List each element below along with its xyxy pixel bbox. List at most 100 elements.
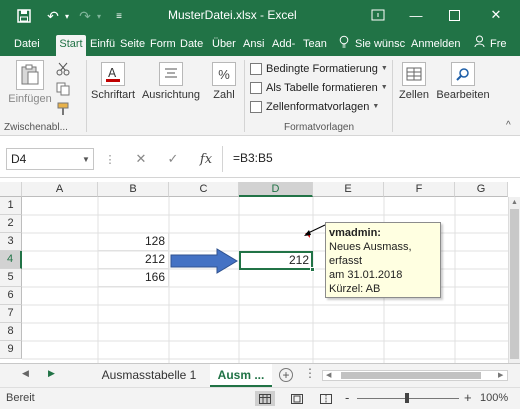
row-header-8[interactable]: 8 xyxy=(0,323,22,341)
worksheet-grid: A B C D E F G 1 2 3 4 5 6 7 8 9 128 212 … xyxy=(0,178,520,363)
zoom-slider[interactable] xyxy=(357,393,459,403)
name-box[interactable]: D4 xyxy=(6,148,94,170)
conditional-formatting-label: Bedingte Formatierung xyxy=(266,62,378,75)
sign-in-link[interactable]: Anmelden xyxy=(411,35,461,56)
horizontal-scrollbar[interactable]: ◀ ▶ xyxy=(322,370,508,381)
chevron-down-icon[interactable]: ▼ xyxy=(82,155,90,164)
add-sheet-button[interactable]: + xyxy=(279,368,293,382)
page-layout-view-icon[interactable] xyxy=(287,391,307,406)
font-label: Schriftart xyxy=(90,89,135,101)
person-icon[interactable] xyxy=(474,35,486,56)
column-header-c[interactable]: C xyxy=(169,182,239,197)
comment-author: vmadmin: xyxy=(329,227,381,239)
tab-start[interactable]: Start xyxy=(56,35,86,56)
cell-styles-button[interactable]: Zellenformatvorlagen ▼ xyxy=(250,98,379,115)
sheet-tab-bar: ◀ ▶ Ausmasstabelle 1 Ausm ... + ⋮ ◀ ▶ xyxy=(0,363,520,387)
row-header-3[interactable]: 3 xyxy=(0,233,22,251)
arrow-shape[interactable] xyxy=(169,248,239,274)
paste-button[interactable]: Einfügen xyxy=(8,60,52,105)
tab-daten[interactable]: Date xyxy=(180,35,208,56)
chevron-down-icon: ▼ xyxy=(372,103,380,110)
alignment-button[interactable]: Ausrichtung xyxy=(141,62,201,101)
page-break-view-icon[interactable] xyxy=(316,391,336,406)
number-button[interactable]: % Zahl xyxy=(209,62,239,101)
scroll-left-icon[interactable]: ◀ xyxy=(326,371,331,379)
minimize-icon[interactable]: — xyxy=(404,4,428,26)
comment-line-3: Kürzel: AB xyxy=(329,283,381,295)
row-header-7[interactable]: 7 xyxy=(0,305,22,323)
formula-input[interactable]: =B3:B5 xyxy=(230,148,514,170)
ribbon-display-icon[interactable] xyxy=(366,4,390,26)
tab-einfuegen[interactable]: Einfü xyxy=(90,35,116,56)
column-header-b[interactable]: B xyxy=(98,182,169,197)
row-header-4[interactable]: 4 xyxy=(0,251,22,269)
tab-seitenlayout[interactable]: Seite xyxy=(120,35,146,56)
zoom-out-button[interactable]: - xyxy=(345,390,349,405)
chevron-down-icon: ▼ xyxy=(380,65,388,72)
tab-add-ins[interactable]: Add- xyxy=(272,35,298,56)
maximize-icon[interactable] xyxy=(442,4,466,26)
close-icon[interactable]: ✕ xyxy=(484,4,508,26)
row-header-5[interactable]: 5 xyxy=(0,269,22,287)
collapse-ribbon-icon[interactable]: ^ xyxy=(506,120,511,131)
normal-view-icon[interactable] xyxy=(255,391,275,406)
fill-handle[interactable] xyxy=(310,267,315,272)
next-sheet-icon[interactable]: ▶ xyxy=(48,368,55,379)
cut-icon[interactable] xyxy=(56,62,70,79)
formula-bar: D4 ▼ ⋮ ✕ ✓ fx =B3:B5 xyxy=(0,136,520,178)
redo-dropdown-icon[interactable]: ▾ xyxy=(94,5,104,27)
column-header-f[interactable]: F xyxy=(384,182,455,197)
cell-b4[interactable]: 212 xyxy=(98,251,169,269)
vertical-scrollbar[interactable]: ▲ xyxy=(508,197,520,363)
prev-sheet-icon[interactable]: ◀ xyxy=(22,368,29,379)
save-icon[interactable] xyxy=(14,5,34,27)
vertical-scroll-thumb[interactable] xyxy=(510,209,519,359)
tab-formeln[interactable]: Form xyxy=(150,35,178,56)
format-as-table-label: Als Tabelle formatieren xyxy=(266,81,378,94)
share-button[interactable]: Fre xyxy=(490,35,518,56)
cell-b5[interactable]: 166 xyxy=(98,269,169,287)
font-button[interactable]: A Schriftart xyxy=(90,62,136,101)
title-bar: ↶ ▾ ↷ ▾ ≡ MusterDatei.xlsx - Excel — ✕ xyxy=(0,0,520,32)
zoom-in-button[interactable]: + xyxy=(464,390,472,405)
column-header-e[interactable]: E xyxy=(313,182,384,197)
redo-icon[interactable]: ↷ xyxy=(76,5,94,27)
select-all-corner[interactable] xyxy=(0,182,22,197)
group-divider xyxy=(86,60,87,132)
enter-icon[interactable]: ✓ xyxy=(166,148,180,170)
cancel-icon[interactable]: ✕ xyxy=(134,148,148,170)
tab-team[interactable]: Tean xyxy=(303,35,331,56)
column-header-d[interactable]: D xyxy=(239,182,313,197)
cells-button[interactable]: Zellen xyxy=(396,62,432,101)
column-header-a[interactable]: A xyxy=(22,182,98,197)
horizontal-scroll-thumb[interactable] xyxy=(341,372,481,379)
cell-b3[interactable]: 128 xyxy=(98,233,169,251)
cell-comment[interactable]: vmadmin: Neues Ausmass, erfasst am 31.01… xyxy=(325,222,441,298)
undo-icon[interactable]: ↶ xyxy=(44,5,62,27)
more-options-icon[interactable]: ⋮ xyxy=(304,366,316,380)
conditional-formatting-button[interactable]: Bedingte Formatierung ▼ xyxy=(250,60,388,77)
zoom-slider-knob[interactable] xyxy=(405,393,409,403)
scroll-right-icon[interactable]: ▶ xyxy=(498,371,503,379)
insert-function-icon[interactable]: fx xyxy=(198,148,214,170)
format-as-table-button[interactable]: Als Tabelle formatieren ▼ xyxy=(250,79,388,96)
scroll-up-icon[interactable]: ▲ xyxy=(511,199,518,206)
editing-button[interactable]: Bearbeiten xyxy=(436,62,490,101)
tab-datei[interactable]: Datei xyxy=(14,35,40,56)
tell-me-search[interactable]: Sie wünsc xyxy=(355,35,405,56)
tab-ueberpruefen[interactable]: Über xyxy=(212,35,239,56)
undo-dropdown-icon[interactable]: ▾ xyxy=(62,5,72,27)
copy-icon[interactable] xyxy=(56,82,70,99)
sheet-tab-ausmasstabelle-1[interactable]: Ausmasstabelle 1 xyxy=(90,364,208,387)
active-cell-d4[interactable]: 212 xyxy=(239,251,313,270)
row-header-9[interactable]: 9 xyxy=(0,341,22,359)
format-painter-icon[interactable] xyxy=(56,102,70,119)
row-header-2[interactable]: 2 xyxy=(0,215,22,233)
zoom-level[interactable]: 100% xyxy=(480,392,508,404)
row-header-1[interactable]: 1 xyxy=(0,197,22,215)
customize-toolbar-icon[interactable]: ≡ xyxy=(112,5,126,27)
column-header-g[interactable]: G xyxy=(455,182,508,197)
tab-ansicht[interactable]: Ansi xyxy=(243,35,268,56)
row-header-6[interactable]: 6 xyxy=(0,287,22,305)
sheet-tab-active[interactable]: Ausm ... xyxy=(210,364,272,387)
